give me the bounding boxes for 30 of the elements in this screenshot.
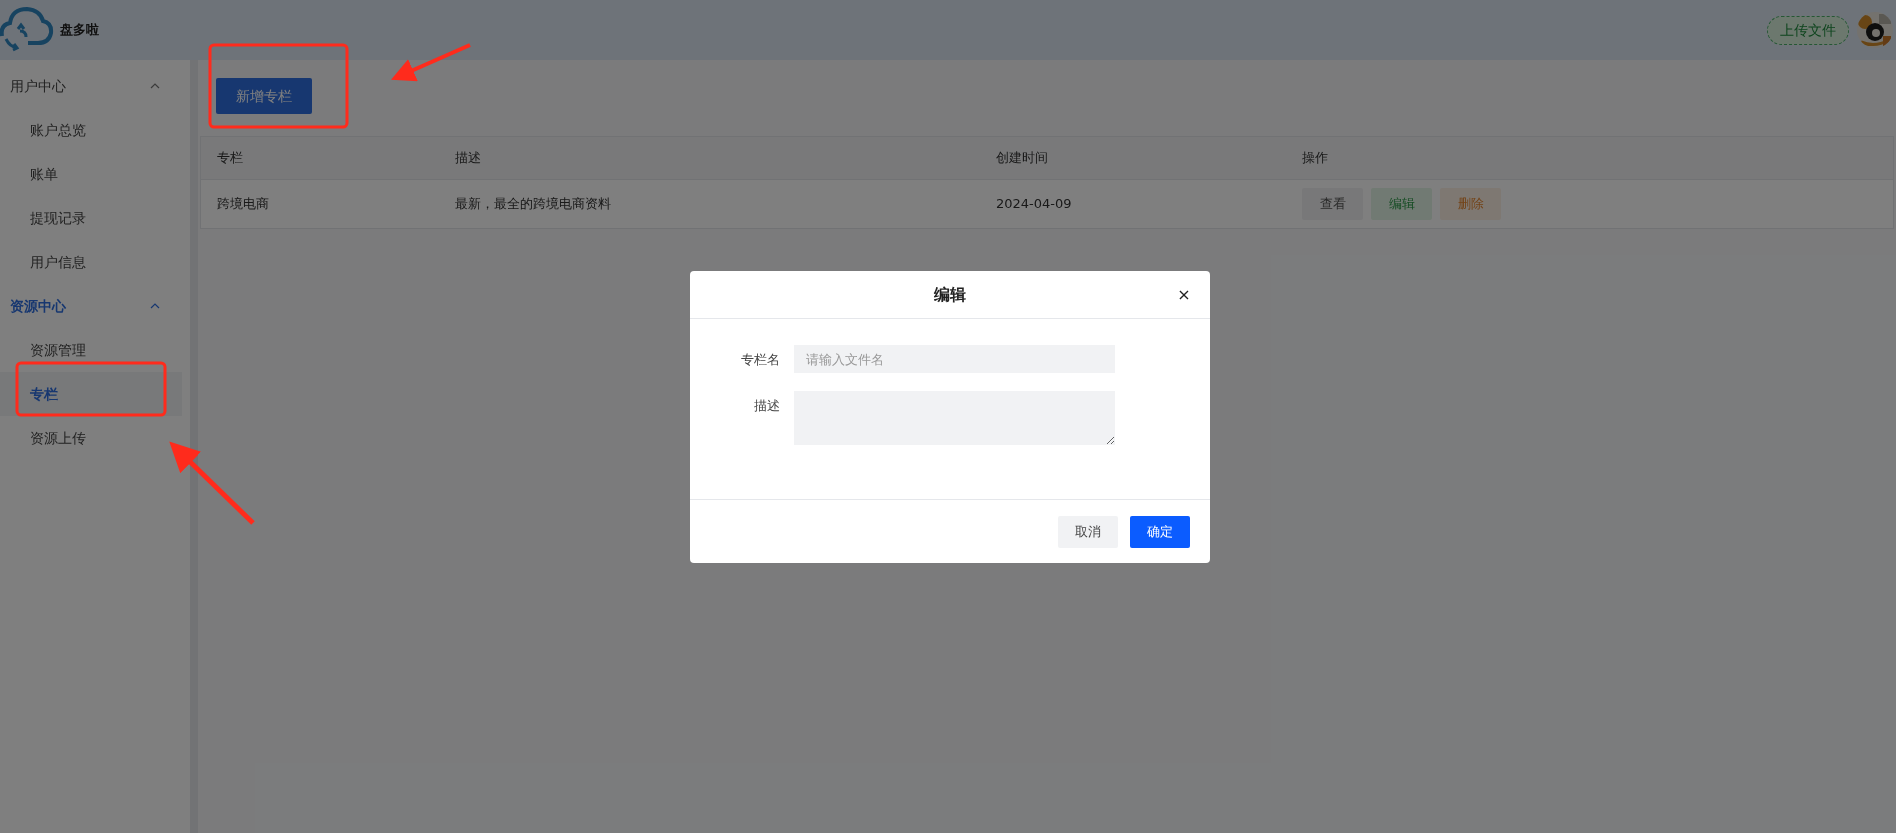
sidebar-item[interactable]: 用户信息	[0, 240, 190, 284]
column-header: 专栏	[217, 150, 243, 166]
column-header: 操作	[1302, 150, 1328, 166]
sidebar-item[interactable]: 提现记录	[0, 196, 190, 240]
table-cell: 最新，最全的跨境电商资料	[455, 196, 611, 212]
table-cell: 跨境电商	[217, 196, 269, 212]
sidebar-group[interactable]: 用户中心	[0, 64, 190, 108]
add-column-button[interactable]: 新增专栏	[216, 78, 312, 114]
view-button[interactable]: 查看	[1302, 188, 1363, 220]
chevron-up-icon	[150, 303, 160, 309]
column-header: 描述	[455, 150, 481, 166]
table-cell: 2024-04-09	[996, 196, 1072, 212]
column-header: 创建时间	[996, 150, 1048, 166]
sidebar-item[interactable]: 账户总览	[0, 108, 190, 152]
sidebar-group[interactable]: 资源中心	[0, 284, 190, 328]
sidebar-item[interactable]: 资源上传	[0, 416, 190, 460]
chevron-up-icon	[150, 83, 160, 89]
edit-button[interactable]: 编辑	[1371, 188, 1432, 220]
dialog-title: 编辑	[934, 283, 966, 306]
upload-button[interactable]: 上传文件	[1767, 15, 1849, 45]
name-input-field[interactable]: 请输入文件名	[794, 345, 1115, 373]
field-label: 描述	[754, 397, 780, 415]
cancel-button[interactable]: 取消	[1058, 515, 1118, 548]
sidebar-item[interactable]: 资源管理	[0, 328, 190, 372]
sidebar-item[interactable]: 专栏	[0, 372, 182, 416]
close-button[interactable]: ×	[1174, 283, 1194, 307]
field-label: 专栏名	[741, 351, 780, 369]
app-name: 盘多啦	[60, 21, 99, 40]
confirm-button[interactable]: 确定	[1130, 515, 1190, 548]
sidebar-item[interactable]: 账单	[0, 152, 190, 196]
